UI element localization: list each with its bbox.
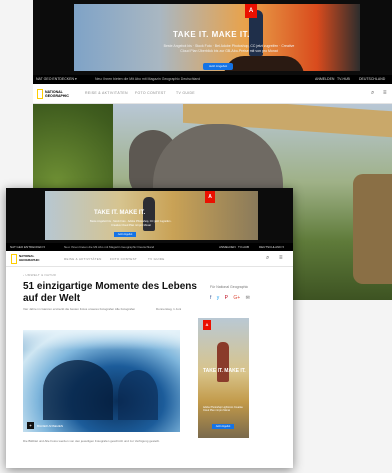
plus-icon: + [27,422,34,429]
adobe-logo-icon: A [203,320,211,330]
email-icon[interactable]: ✉ [246,295,250,301]
login-link[interactable]: ANMELDEN [219,243,236,251]
yellow-frame-icon [37,89,43,99]
ad-cta-button[interactable]: Jetzt Angebot [114,232,136,237]
nav-item-tv-guide[interactable]: TV GUIDE [176,91,195,95]
main-nav: NATIONAL GEOGRAPHIC REISE & AKTIVITÄTEN … [33,84,392,104]
follow-label: Für National Geographic [210,285,249,289]
yellow-frame-icon [11,254,17,264]
ad-cta-button[interactable]: Jetzt Angebot [203,63,233,70]
photo-cave-arch [118,370,158,420]
pinterest-icon[interactable]: P [225,295,228,301]
ad-subtitle: Beste Angebot bis · Stock Foto · Adobe P… [89,220,173,227]
search-icon[interactable]: ⌕ [371,90,374,97]
logo-line-2: GEOGRAPHIC [45,94,69,98]
ad-subtitle: Beste Angebot bis · Stock Foto · Bei Ado… [163,44,295,53]
hero-vehicle-seat [353,174,392,284]
nav-item-tv-guide[interactable]: TV GUIDE [148,257,165,261]
sidebar-ad-cta-button[interactable]: Jetzt Angebot [212,424,234,429]
explore-menu[interactable]: NAT GEO ENTDECKEN ▾ [36,75,77,84]
photo-highlight [23,330,180,350]
region-link[interactable]: DEUTSCHLAND [359,75,385,84]
sidebar-ad-title: TAKE IT. MAKE IT. [203,368,246,374]
nav-item-foto-contest[interactable]: FOTO CONTEST [135,91,166,95]
article-dek: Vier Jahre im Ganzen erstreckt die beste… [23,307,136,311]
twitter-icon[interactable]: y [217,295,220,301]
adobe-logo-icon: A [205,191,215,203]
gallery-label: BILDER ANSEHEN [37,424,64,428]
social-share-bar: f y P G+ ✉ [210,295,254,301]
top-ad-banner[interactable]: A TAKE IT. MAKE IT. Beste Angebot bis · … [6,188,293,243]
photo-caption: Die Bildtitel und Alle Fotos werden von … [23,439,160,443]
explore-menu[interactable]: NAT GEO ENTDECKEN ▾ [10,243,45,251]
facebook-icon[interactable]: f [210,295,211,301]
google-plus-icon[interactable]: G+ [233,295,240,301]
gallery-open-button[interactable]: + BILDER ANSEHEN [27,422,63,429]
nav-item-foto-contest[interactable]: FOTO CONTEST [110,257,137,261]
sidebar-ad-subtitle: Adobe Photoshop Lightroom Creative Cloud… [203,406,243,413]
nav-item-reise[interactable]: REISE & AKTIVITÄTEN [64,257,102,261]
ad-person [217,342,229,382]
login-link[interactable]: ANMELDEN [315,75,334,84]
article-page-screenshot: A TAKE IT. MAKE IT. Beste Angebot bis · … [6,188,293,468]
ad-title: TAKE IT. MAKE IT. [173,30,250,39]
ad-title: TAKE IT. MAKE IT. [94,210,146,216]
top-utility-bar: NAT GEO ENTDECKEN ▾ Neu: Ihnen bieten di… [33,75,392,84]
article-headline: 51 einzigartige Momente des Lebens auf d… [23,281,197,304]
menu-icon[interactable]: ≡ [383,90,387,96]
photo-cave-arch [43,360,113,420]
article-date: Donnerstag, 1 Juni [156,307,182,311]
nav-item-reise[interactable]: REISE & AKTIVITÄTEN [85,91,128,95]
tv-hub-link[interactable]: TV-HUB [238,243,249,251]
search-icon[interactable]: ⌕ [266,255,269,262]
top-utility-bar: NAT GEO ENTDECKEN ▾ Neu: Ihnen bieten di… [6,243,293,251]
tv-hub-link[interactable]: TV-HUB [337,75,350,84]
adobe-logo-icon: A [245,4,257,18]
ad-mountain [224,56,304,71]
national-geographic-logo[interactable]: NATIONAL GEOGRAPHIC [11,254,41,264]
top-ad-banner[interactable]: A TAKE IT. MAKE IT. Beste Angebot bis · … [33,0,392,75]
menu-icon[interactable]: ≡ [279,255,283,261]
logo-line-2: GEOGRAPHIC [19,257,40,262]
breadcrumb[interactable]: ‹ UMWELT & NATUR [23,273,56,277]
region-link[interactable]: DEUTSCHLAND ▾ [259,243,284,251]
promo-text[interactable]: Neu: Ihnen bieten die Mit Abo mit Magazi… [95,75,200,84]
ad-image[interactable] [45,191,258,240]
gallery-photo-marble-caves[interactable]: + BILDER ANSEHEN [23,330,180,432]
sidebar-ad[interactable]: A TAKE IT. MAKE IT. Adobe Photoshop Ligh… [198,318,249,438]
screenshot-stage: A TAKE IT. MAKE IT. Beste Angebot bis · … [0,0,392,473]
national-geographic-logo[interactable]: NATIONAL GEOGRAPHIC [37,89,69,99]
promo-text[interactable]: Neu: Ihnen bieten die Mit Abo mit Magazi… [64,243,154,251]
main-nav: NATIONAL GEOGRAPHIC REISE & AKTIVITÄTEN … [6,251,293,267]
